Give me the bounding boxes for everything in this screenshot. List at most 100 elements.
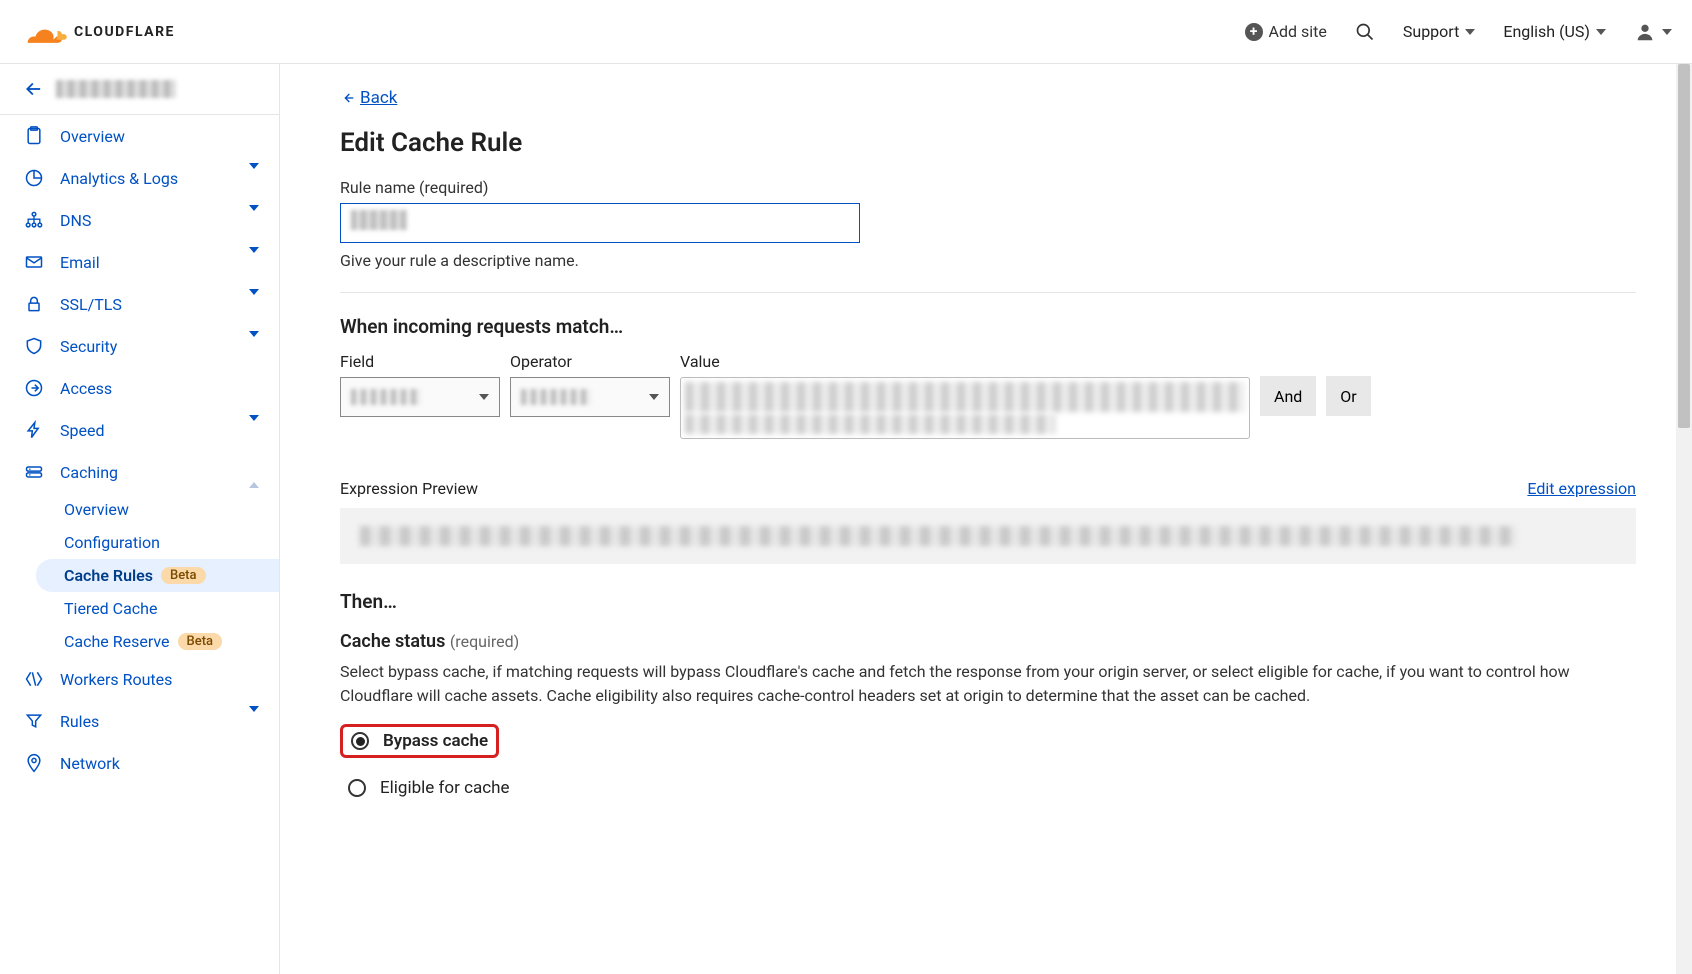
support-menu[interactable]: Support	[1403, 22, 1475, 41]
and-button[interactable]: And	[1260, 376, 1316, 416]
match-row: Field Operator Value And Or	[340, 352, 1636, 439]
lock-icon	[24, 294, 44, 314]
sidebar-item-security[interactable]: Security	[0, 325, 279, 367]
beta-badge: Beta	[178, 633, 223, 650]
sitemap-icon	[24, 210, 44, 230]
sidebar-item-label: Network	[60, 754, 120, 773]
topbar: CLOUDFLARE + Add site Support English (U…	[0, 0, 1692, 64]
rule-name-label: Rule name (required)	[340, 178, 1636, 197]
language-menu[interactable]: English (US)	[1503, 22, 1606, 41]
clipboard-icon	[24, 126, 44, 146]
envelope-icon	[24, 252, 44, 272]
sidebar-item-access[interactable]: Access	[0, 367, 279, 409]
radio-icon	[351, 732, 369, 750]
arrow-left-icon[interactable]	[20, 78, 42, 100]
sidebar: Overview Analytics & Logs DNS Email SSL/TLS S…	[0, 64, 280, 974]
then-section-title: Then…	[340, 590, 1636, 613]
user-icon	[1634, 21, 1656, 43]
pin-icon	[24, 753, 44, 773]
enter-icon	[24, 378, 44, 398]
radio-icon	[348, 779, 366, 797]
scrollbar-thumb[interactable]	[1678, 64, 1690, 428]
sidebar-subitem-label: Tiered Cache	[64, 599, 157, 618]
sidebar-subitem-label: Cache Reserve	[64, 632, 170, 651]
chevron-down-icon	[249, 211, 259, 230]
sidebar-item-label: Security	[60, 337, 117, 356]
sidebar-subitem-tiered[interactable]: Tiered Cache	[60, 592, 279, 625]
cloud-icon	[20, 18, 68, 46]
rule-name-help: Give your rule a descriptive name.	[340, 251, 1636, 270]
edit-expression-link[interactable]: Edit expression	[1527, 479, 1636, 498]
sidebar-item-ssl[interactable]: SSL/TLS	[0, 283, 279, 325]
sidebar-item-workers[interactable]: Workers Routes	[0, 658, 279, 700]
add-site-button[interactable]: + Add site	[1245, 22, 1327, 41]
sidebar-item-rules[interactable]: Rules	[0, 700, 279, 742]
sidebar-item-label: SSL/TLS	[60, 295, 122, 314]
radio-bypass-cache[interactable]: Bypass cache	[340, 724, 499, 758]
value-input[interactable]	[680, 377, 1250, 439]
chevron-down-icon	[249, 421, 259, 440]
back-link[interactable]: Back	[340, 88, 397, 108]
site-selector[interactable]	[0, 64, 279, 115]
workers-icon	[24, 669, 44, 689]
sidebar-item-label: Speed	[60, 421, 104, 440]
arrow-left-icon	[340, 90, 356, 106]
brand-text: CLOUDFLARE	[74, 24, 175, 40]
sidebar-item-email[interactable]: Email	[0, 241, 279, 283]
chevron-up-icon	[249, 463, 259, 482]
funnel-icon	[24, 711, 44, 731]
sidebar-item-label: Overview	[60, 127, 125, 146]
bolt-icon	[24, 420, 44, 440]
sidebar-item-analytics[interactable]: Analytics & Logs	[0, 157, 279, 199]
divider	[340, 292, 1636, 293]
sidebar-item-caching[interactable]: Caching	[0, 451, 279, 493]
scrollbar[interactable]	[1676, 64, 1692, 974]
chevron-down-icon	[1465, 29, 1475, 35]
chevron-down-icon	[479, 394, 489, 400]
sidebar-subitem-cache-rules[interactable]: Cache RulesBeta	[36, 559, 279, 592]
or-button[interactable]: Or	[1326, 376, 1370, 416]
sidebar-item-label: Email	[60, 253, 100, 272]
match-section-title: When incoming requests match…	[340, 315, 1636, 338]
account-menu[interactable]	[1634, 21, 1672, 43]
field-select[interactable]	[340, 377, 500, 417]
search-icon[interactable]	[1355, 22, 1375, 42]
expression-preview-label: Expression Preview	[340, 479, 478, 498]
sidebar-subitem-reserve[interactable]: Cache Reserve Beta	[60, 625, 279, 658]
chevron-down-icon	[249, 337, 259, 356]
chevron-down-icon	[1596, 29, 1606, 35]
field-label: Field	[340, 352, 500, 371]
radio-eligible-label: Eligible for cache	[380, 778, 510, 798]
sidebar-item-speed[interactable]: Speed	[0, 409, 279, 451]
sidebar-item-dns[interactable]: DNS	[0, 199, 279, 241]
page-title: Edit Cache Rule	[340, 128, 1636, 158]
expression-preview-box	[340, 508, 1636, 564]
sidebar-item-label: DNS	[60, 211, 91, 230]
sidebar-item-label: Workers Routes	[60, 670, 172, 689]
sidebar-item-overview[interactable]: Overview	[0, 115, 279, 157]
chevron-down-icon	[249, 712, 259, 731]
back-label: Back	[360, 88, 397, 108]
sidebar-item-network[interactable]: Network	[0, 742, 279, 784]
rule-name-input[interactable]	[340, 203, 860, 243]
pie-icon	[24, 168, 44, 188]
sidebar-item-label: Rules	[60, 712, 99, 731]
language-label: English (US)	[1503, 22, 1590, 41]
plus-circle-icon: +	[1245, 23, 1263, 41]
chevron-down-icon	[649, 394, 659, 400]
sidebar-subitem-cache-overview[interactable]: Overview	[60, 493, 279, 526]
chevron-down-icon	[249, 169, 259, 188]
brand-logo[interactable]: CLOUDFLARE	[20, 18, 175, 46]
sidebar-item-label: Caching	[60, 463, 118, 482]
drive-icon	[24, 462, 44, 482]
beta-badge: Beta	[161, 567, 206, 584]
operator-select[interactable]	[510, 377, 670, 417]
support-label: Support	[1403, 22, 1459, 41]
sidebar-item-label: Access	[60, 379, 112, 398]
sidebar-subitem-cache-config[interactable]: Configuration	[60, 526, 279, 559]
chevron-down-icon	[249, 295, 259, 314]
value-label: Value	[680, 352, 1250, 371]
radio-eligible-cache[interactable]: Eligible for cache	[340, 774, 518, 802]
radio-bypass-label: Bypass cache	[383, 731, 488, 751]
shield-icon	[24, 336, 44, 356]
